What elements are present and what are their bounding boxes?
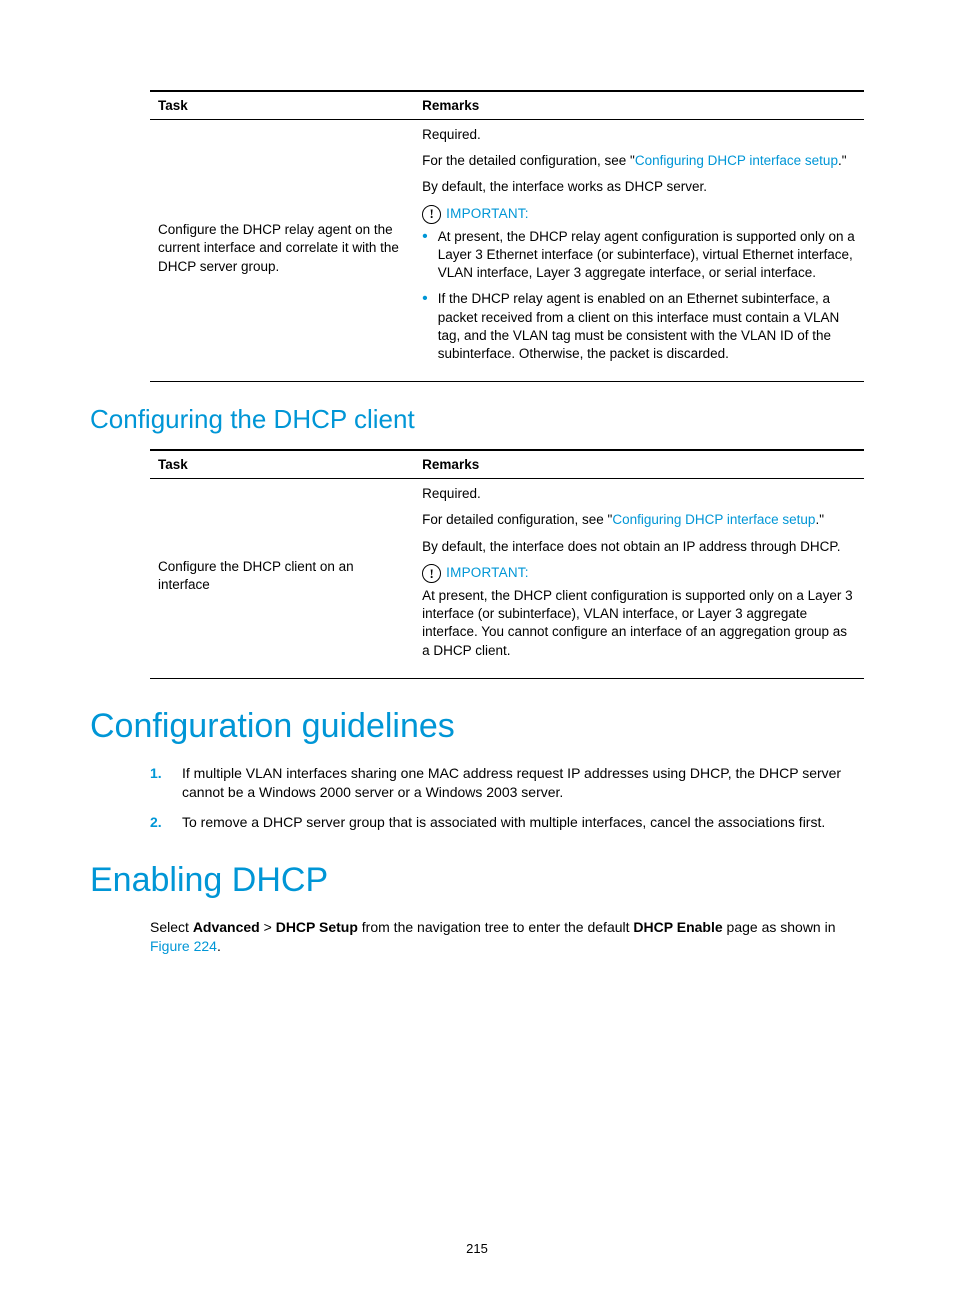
remarks-default: By default, the interface works as DHCP … [422, 178, 856, 196]
task-cell: Configure the DHCP client on an interfac… [150, 479, 414, 679]
remarks-detail: For the detailed configuration, see "Con… [422, 152, 856, 170]
heading-configuring-dhcp-client: Configuring the DHCP client [90, 404, 864, 435]
remarks-required: Required. [422, 485, 856, 503]
guideline-item: If multiple VLAN interfaces sharing one … [182, 764, 864, 803]
table-row: Configure the DHCP client on an interfac… [150, 479, 864, 679]
heading-enabling-dhcp: Enabling DHCP [90, 861, 864, 900]
important-icon: ! [422, 205, 441, 224]
task-cell: Configure the DHCP relay agent on the cu… [150, 120, 414, 382]
remarks-bullet: At present, the DHCP relay agent configu… [438, 228, 856, 283]
link-configuring-dhcp-interface-setup[interactable]: Configuring DHCP interface setup [635, 153, 838, 168]
important-label: IMPORTANT: [446, 564, 529, 582]
page-number: 215 [0, 1241, 954, 1256]
page-name-dhcp-enable: DHCP Enable [633, 919, 722, 935]
guidelines-list: If multiple VLAN interfaces sharing one … [150, 764, 864, 833]
remarks-required: Required. [422, 126, 856, 144]
table-header-task: Task [150, 450, 414, 479]
table-row: Configure the DHCP relay agent on the cu… [150, 120, 864, 382]
enabling-dhcp-paragraph: Select Advanced > DHCP Setup from the na… [150, 918, 864, 957]
dhcp-client-table: Task Remarks Configure the DHCP client o… [150, 449, 864, 679]
important-callout: ! IMPORTANT: [422, 564, 856, 583]
table-header-task: Task [150, 91, 414, 120]
remarks-note: At present, the DHCP client configuratio… [422, 587, 856, 660]
remarks-bullet: If the DHCP relay agent is enabled on an… [438, 290, 856, 363]
important-label: IMPORTANT: [446, 205, 529, 223]
breadcrumb-advanced: Advanced [193, 919, 260, 935]
link-configuring-dhcp-interface-setup[interactable]: Configuring DHCP interface setup [612, 512, 815, 527]
table-header-remarks: Remarks [414, 450, 864, 479]
remarks-cell: Required. For the detailed configuration… [414, 120, 864, 382]
important-callout: ! IMPORTANT: [422, 205, 856, 224]
heading-configuration-guidelines: Configuration guidelines [90, 707, 864, 746]
remarks-default: By default, the interface does not obtai… [422, 538, 856, 556]
guideline-item: To remove a DHCP server group that is as… [182, 813, 825, 833]
breadcrumb-dhcp-setup: DHCP Setup [276, 919, 358, 935]
table-header-remarks: Remarks [414, 91, 864, 120]
dhcp-relay-table: Task Remarks Configure the DHCP relay ag… [150, 90, 864, 382]
remarks-detail: For detailed configuration, see "Configu… [422, 511, 856, 529]
important-icon: ! [422, 564, 441, 583]
remarks-cell: Required. For detailed configuration, se… [414, 479, 864, 679]
link-figure-224[interactable]: Figure 224 [150, 938, 217, 954]
